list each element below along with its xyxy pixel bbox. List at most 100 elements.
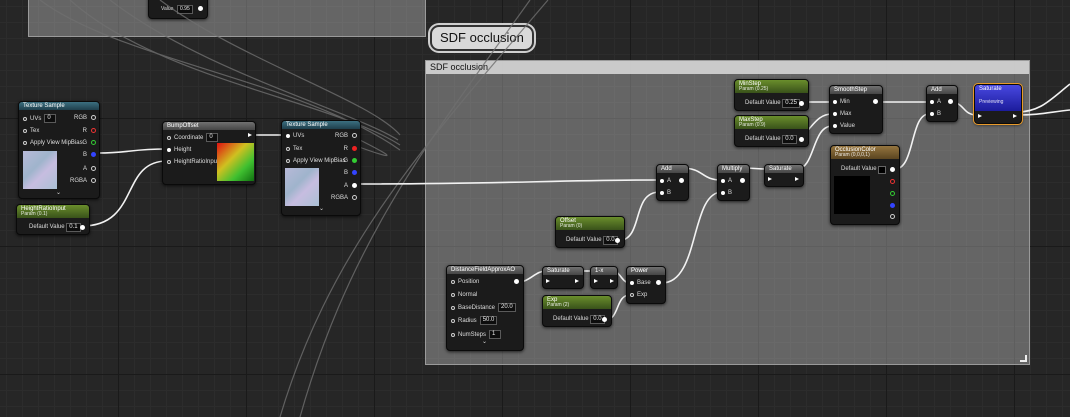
r-out-pin[interactable]	[890, 179, 895, 184]
b-pin[interactable]: B	[721, 189, 732, 197]
rgb-out-pin[interactable]	[91, 115, 96, 120]
radius-pin[interactable]: Radius 50.0	[451, 316, 498, 325]
min-pin[interactable]: Min	[833, 98, 850, 106]
g-out-pin[interactable]	[91, 140, 96, 145]
offset-param-node[interactable]: Offset Param (0) Default Value 0.0	[555, 216, 625, 248]
node-header[interactable]: 1-x	[591, 267, 617, 275]
node-header[interactable]: Saturate Previewing	[975, 85, 1021, 111]
r-out-pin[interactable]	[352, 146, 357, 151]
distance-field-approx-ao-node[interactable]: DistanceFieldApproxAO Position Normal Ba…	[446, 265, 524, 351]
add-node-1[interactable]: Add A B	[656, 164, 689, 201]
output-pin[interactable]	[602, 317, 607, 322]
b-pin[interactable]: B	[930, 110, 941, 118]
chevron-down-icon[interactable]: ⌄	[482, 338, 487, 345]
b-pin[interactable]: B	[660, 189, 671, 197]
node-header[interactable]: Texture Sample	[282, 121, 360, 129]
exp-param-node[interactable]: Exp Param (2) Default Value 0.0	[542, 295, 612, 327]
node-header[interactable]: Add	[657, 165, 688, 173]
output-pin[interactable]	[80, 225, 85, 230]
base-distance-pin[interactable]: BaseDistance 20.0	[451, 303, 516, 312]
one-minus-node[interactable]: 1-x	[590, 266, 618, 289]
node-header[interactable]: OcclusionColor Param (0,0,0,1)	[831, 146, 899, 159]
node-header[interactable]: MinStep Param (0.25)	[735, 80, 808, 93]
mip-pin[interactable]: Apply View MipBias	[23, 139, 83, 147]
a-out-pin[interactable]	[890, 214, 895, 219]
node-header[interactable]: SmoothStep	[830, 86, 882, 94]
a-pin[interactable]: A	[930, 98, 941, 106]
node-header[interactable]: HeightRatioInput Param (0.1)	[17, 205, 89, 218]
input-arrow-icon[interactable]	[546, 279, 550, 283]
min-step-param-node[interactable]: MinStep Param (0.25) Default Value 0.25	[734, 79, 809, 111]
occlusion-color-param-node[interactable]: OcclusionColor Param (0,0,0,1) Default V…	[830, 145, 900, 225]
height-pin[interactable]: Height	[167, 146, 191, 154]
input-arrow-icon[interactable]	[978, 114, 982, 118]
output-pin[interactable]	[679, 178, 684, 183]
height-ratio-input-node[interactable]: HeightRatioInput Param (0.1) Default Val…	[16, 204, 90, 235]
tex-pin[interactable]: Tex	[23, 127, 39, 135]
node-header[interactable]: MaxStep Param (0.9)	[735, 116, 808, 129]
num-steps-pin[interactable]: NumSteps 1	[451, 330, 502, 339]
material-graph-canvas[interactable]: Value 0.95 SDF occlusion SDF occlusion T…	[0, 0, 1070, 417]
height-ratio-pin[interactable]: HeightRatioInput	[167, 158, 219, 166]
output-pin[interactable]	[948, 99, 953, 104]
node-header[interactable]: Saturate	[543, 267, 583, 275]
chevron-down-icon[interactable]: ⌄	[319, 205, 324, 212]
output-pin[interactable]	[799, 101, 804, 106]
output-arrow-icon[interactable]	[610, 279, 614, 283]
output-arrow-icon[interactable]	[795, 177, 799, 181]
max-pin[interactable]: Max	[833, 110, 851, 118]
output-pin[interactable]	[873, 99, 878, 104]
node-header[interactable]: Offset Param (0)	[556, 217, 624, 230]
output-pin[interactable]	[740, 178, 745, 183]
a-out-pin[interactable]	[91, 166, 96, 171]
add-node-2[interactable]: Add A B	[926, 85, 958, 122]
node-header[interactable]: Multiply	[718, 165, 749, 173]
node-header[interactable]: BumpOffset	[163, 122, 255, 130]
b-out-pin[interactable]	[890, 203, 895, 208]
uvs-pin[interactable]: UVs 0	[23, 114, 57, 123]
g-out-pin[interactable]	[890, 191, 895, 196]
rgba-out-pin[interactable]	[352, 195, 357, 200]
a-out-pin[interactable]	[352, 183, 357, 188]
g-out-pin[interactable]	[352, 158, 357, 163]
output-arrow-icon[interactable]	[248, 133, 252, 137]
multiply-node[interactable]: Multiply A B	[717, 164, 750, 201]
mip-pin[interactable]: Apply View MipBias	[286, 157, 346, 165]
tex-pin[interactable]: Tex	[286, 145, 302, 153]
b-out-pin[interactable]	[91, 152, 96, 157]
node-header[interactable]: Texture Sample	[19, 102, 99, 110]
chevron-down-icon[interactable]: ⌄	[56, 189, 61, 196]
coordinate-pin[interactable]: Coordinate 0	[167, 133, 219, 142]
a-pin[interactable]: A	[721, 177, 732, 185]
bump-offset-node[interactable]: BumpOffset Coordinate 0 Height HeightRati…	[162, 121, 256, 185]
output-arrow-icon[interactable]	[1013, 114, 1017, 118]
smooth-step-node[interactable]: SmoothStep Min Max Value	[829, 85, 883, 134]
b-out-pin[interactable]	[352, 170, 357, 175]
texture-sample-node-1[interactable]: Texture Sample UVs 0 Tex Apply View MipBi…	[18, 101, 100, 199]
saturate-node-1[interactable]: Saturate	[764, 164, 804, 187]
uvs-pin[interactable]: UVs	[286, 132, 304, 140]
input-arrow-icon[interactable]	[768, 177, 772, 181]
node-header[interactable]: Saturate	[765, 165, 803, 173]
node-header[interactable]: Add	[927, 86, 957, 94]
exp-pin[interactable]: Exp	[630, 291, 647, 299]
normal-pin[interactable]: Normal	[451, 291, 477, 299]
texture-sample-node-2[interactable]: Texture Sample UVs Tex Apply View MipBia…	[281, 120, 361, 216]
a-pin[interactable]: A	[660, 177, 671, 185]
position-pin[interactable]: Position	[451, 278, 479, 286]
saturate-node-2[interactable]: Saturate	[542, 266, 584, 289]
base-pin[interactable]: Base	[630, 279, 651, 287]
color-swatch[interactable]	[878, 166, 886, 174]
rgba-out-pin[interactable]	[91, 178, 96, 183]
rgb-out-pin[interactable]	[352, 133, 357, 138]
node-header[interactable]: Power	[627, 267, 665, 275]
output-pin[interactable]	[514, 279, 519, 284]
input-arrow-icon[interactable]	[594, 279, 598, 283]
output-pin[interactable]	[656, 280, 661, 285]
r-out-pin[interactable]	[91, 128, 96, 133]
max-step-param-node[interactable]: MaxStep Param (0.9) Default Value 0.0	[734, 115, 809, 147]
node-header[interactable]: DistanceFieldApproxAO	[447, 266, 523, 274]
output-arrow-icon[interactable]	[575, 279, 579, 283]
node-header[interactable]: Exp Param (2)	[543, 296, 611, 309]
output-pin[interactable]	[615, 238, 620, 243]
